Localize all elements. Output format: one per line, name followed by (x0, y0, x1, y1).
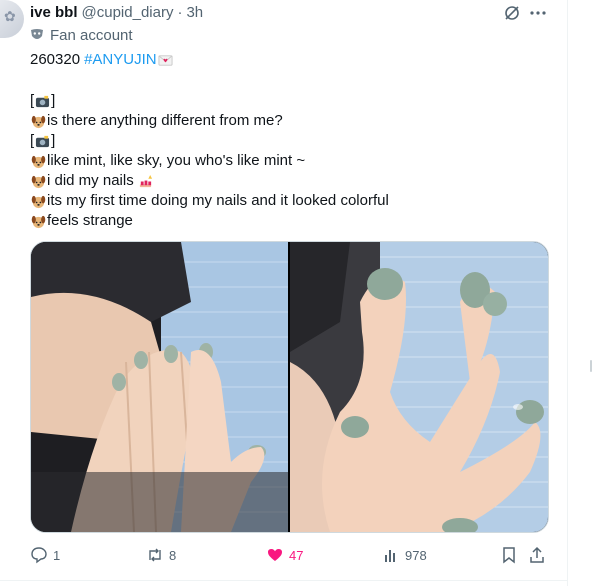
separator-dot: · (177, 3, 183, 21)
photo-hand-spread[interactable] (290, 242, 548, 532)
puppy-icon (31, 155, 46, 168)
share-icon (530, 546, 544, 563)
views-button[interactable]: 978 (382, 545, 427, 565)
camera-flash-icon (36, 135, 50, 147)
heart-icon (268, 549, 282, 561)
bookmark-icon (503, 547, 515, 564)
fan-account-text: Fan account (50, 26, 133, 44)
mask-icon (31, 29, 43, 39)
like-count: 47 (289, 547, 304, 563)
fan-account-label[interactable]: Fan account (30, 26, 133, 44)
text-line: its my first time doing my nails and it … (30, 191, 550, 211)
bookmark-button[interactable] (500, 545, 518, 565)
bracket-close: ] (51, 92, 56, 109)
text-line: [ ] (30, 131, 550, 151)
text-line: is there anything different from me? (30, 111, 550, 131)
media-grid (30, 241, 549, 533)
post-divider (0, 580, 567, 581)
avatar[interactable]: ✿ (0, 0, 24, 38)
view-count: 978 (405, 547, 427, 563)
avatar-angel-icon: ✿ (4, 8, 16, 24)
photo-hand-on-face[interactable] (31, 242, 288, 532)
love-letter-emoji (158, 54, 173, 66)
post-time[interactable]: 3h (186, 4, 203, 21)
date-text: 260320 (30, 51, 81, 68)
more-options-icon[interactable] (528, 3, 548, 23)
display-name[interactable]: ive bbl (30, 4, 78, 21)
line-text: like mint, like sky, you who's like mint… (47, 152, 306, 169)
text-line: feels strange (30, 211, 550, 231)
line-text: is there anything different from me? (47, 112, 283, 129)
post-text: 260320 #ANYUJIN [ ] is there anything di… (30, 50, 550, 231)
line-text: feels strange (47, 212, 133, 229)
action-bar: 1 8 47 978 (30, 545, 550, 567)
line-text: its my first time doing my nails and it … (47, 192, 389, 209)
reply-icon (31, 547, 47, 564)
post-header: ive bbl @cupid_diary · 3h (30, 2, 203, 22)
text-line: like mint, like sky, you who's like mint… (30, 151, 550, 171)
repost-count: 8 (169, 547, 177, 563)
hashtag-link[interactable]: #ANYUJIN (84, 50, 157, 70)
user-handle[interactable]: @cupid_diary (82, 4, 174, 21)
text-line: [ ] (30, 91, 550, 111)
repost-icon (149, 548, 161, 562)
grok-icon[interactable] (502, 3, 522, 23)
text-line: i did my nails (30, 171, 550, 191)
repost-button[interactable]: 8 (146, 545, 176, 565)
puppy-icon (31, 115, 46, 128)
share-button[interactable] (528, 545, 546, 565)
like-button[interactable]: 47 (266, 545, 303, 565)
right-gutter (568, 0, 596, 586)
puppy-icon (31, 175, 46, 188)
camera-flash-icon (36, 95, 50, 107)
nail-polish-icon (139, 174, 152, 187)
puppy-icon (31, 195, 46, 208)
reply-button[interactable]: 1 (30, 545, 60, 565)
analytics-icon (385, 550, 395, 562)
date-line: 260320 #ANYUJIN (30, 50, 550, 70)
bracket-open: [ (30, 92, 35, 109)
bracket-close: ] (51, 132, 56, 149)
line-text: i did my nails (47, 172, 134, 189)
bracket-open: [ (30, 132, 35, 149)
reply-count: 1 (53, 547, 61, 563)
scrollbar-thumb[interactable] (590, 360, 592, 372)
puppy-icon (31, 215, 46, 228)
